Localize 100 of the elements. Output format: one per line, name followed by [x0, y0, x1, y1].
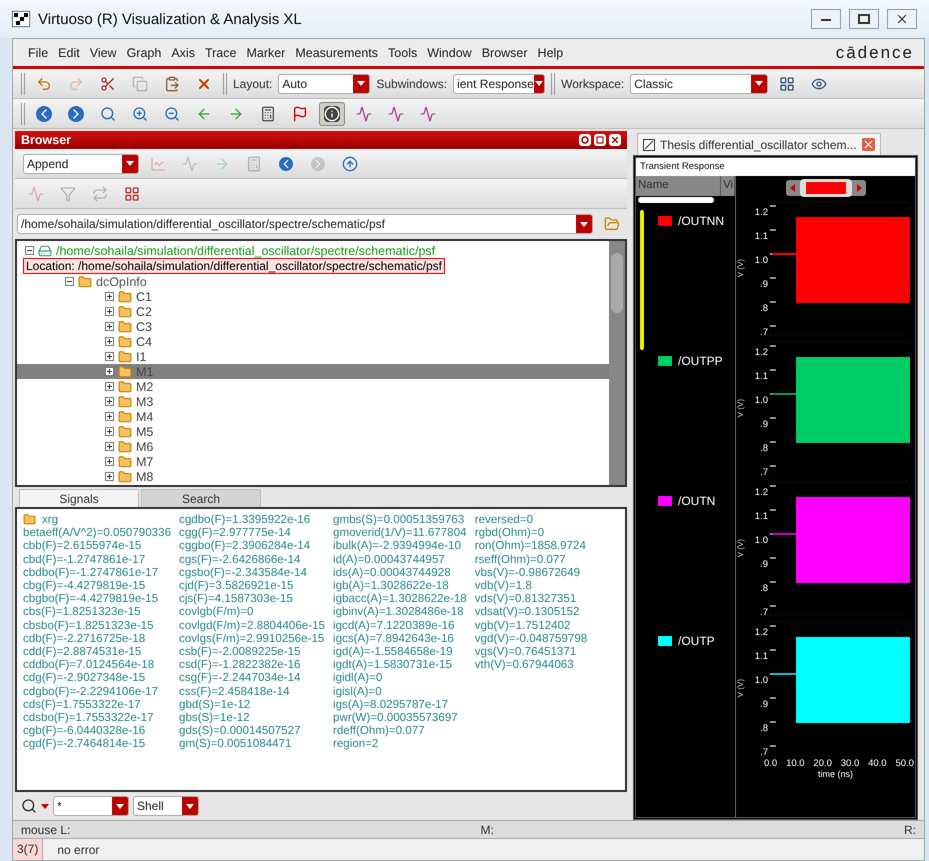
signal-item[interactable]: betaeff(A/V^2)=0.050790336 [23, 526, 172, 540]
expand-toggle[interactable] [105, 367, 114, 376]
signal-item[interactable]: igs(A)=8.0295787e-17 [333, 698, 467, 712]
expand-toggle[interactable] [105, 337, 114, 346]
menu-item[interactable]: Tools [383, 46, 422, 60]
signal-item[interactable]: gmoverid(1/V)=11.677804 [333, 526, 467, 540]
signal-item[interactable]: cdg(F)=-2.9027348e-15 [23, 671, 172, 685]
menu-item[interactable]: Window [422, 46, 477, 60]
tab[interactable]: Search [141, 489, 261, 507]
expand-toggle[interactable] [105, 307, 114, 316]
expand-toggle[interactable] [105, 292, 114, 301]
signal-item[interactable]: region=2 [333, 737, 467, 751]
signal-item[interactable]: gm(S)=0.0051084471 [179, 737, 325, 751]
signal-item[interactable]: rseff(Ohm)=0.077 [474, 552, 588, 566]
menu-item[interactable]: File [23, 46, 54, 60]
signal-item[interactable]: ids(A)=0.00043744928 [333, 566, 467, 580]
signal-item[interactable]: cbdbo(F)=-1.2747861e-17 [23, 566, 172, 579]
signal-item[interactable]: ron(Ohm)=1858.9724 [474, 539, 588, 553]
menu-item[interactable]: View [84, 46, 122, 60]
column-header[interactable]: Name [636, 176, 722, 196]
graph-tab[interactable]: Thesis differential_oscillator schem... [637, 133, 881, 155]
subwindows-dropdown[interactable]: ient Response [453, 74, 546, 94]
menu-item[interactable]: Help [532, 46, 568, 60]
tree-item[interactable]: M5 [136, 424, 154, 438]
float-button[interactable] [594, 134, 606, 146]
signal-item[interactable]: cbgbo(F)=-4.4279819e-15 [23, 592, 172, 606]
signal-item[interactable]: vgb(V)=1.7512402 [474, 618, 588, 632]
expand-toggle[interactable] [105, 472, 114, 481]
filter-field[interactable]: * [53, 796, 129, 816]
signal-item[interactable]: gbd(S)=1e-12 [179, 698, 325, 712]
tree-item[interactable]: C4 [136, 334, 152, 348]
signal-item[interactable]: igb(A)=1.3028622e-18 [333, 579, 467, 592]
signal-item[interactable]: cgsbo(F)=-2.343584e-14 [179, 566, 325, 580]
collapse-toggle[interactable] [25, 246, 34, 255]
signal-item[interactable]: vbs(V)=-0.98672649 [474, 566, 588, 580]
signal-item[interactable]: cdb(F)=-2.2716725e-18 [23, 632, 172, 646]
menu-item[interactable]: Marker [241, 46, 290, 60]
menu-item[interactable]: Browser [476, 46, 533, 60]
signal-item[interactable]: cgg(F)=2.977775e-14 [179, 526, 325, 540]
tree-item[interactable]: /home/sohaila/simulation/differential_oscillator/spectre/schematic/psf [56, 244, 436, 258]
tree-item[interactable]: M2 [136, 380, 154, 394]
signal-item[interactable]: csg(F)=-2.2447034e-14 [179, 671, 325, 685]
tree-item[interactable]: C2 [136, 304, 152, 318]
signal-item[interactable]: igisl(A)=0 [333, 684, 467, 698]
signal-item[interactable]: igidl(A)=0 [333, 671, 467, 685]
signal-item[interactable]: cgs(F)=-2.6426866e-14 [179, 552, 325, 566]
signal-item[interactable]: cdsbo(F)=1.7553322e-17 [23, 711, 172, 724]
workspace-dropdown[interactable]: Classic [630, 74, 768, 94]
expand-toggle[interactable] [105, 322, 114, 331]
menu-item[interactable]: Graph [122, 46, 166, 60]
tree-item[interactable]: I1 [136, 350, 146, 364]
tree-item[interactable]: M4 [136, 410, 154, 424]
signal-item[interactable]: cbsbo(F)=1.8251323e-15 [23, 618, 172, 632]
menu-item[interactable]: Axis [166, 46, 200, 60]
expand-toggle[interactable] [105, 442, 114, 451]
maximize-button[interactable] [849, 9, 879, 29]
signal-item[interactable]: reversed=0 [474, 513, 588, 526]
signal-item[interactable]: igdt(A)=1.5830731e-15 [333, 658, 467, 672]
signal-item[interactable]: cbb(F)=2.6155974e-15 [23, 539, 172, 553]
signal-item[interactable]: cbg(F)=-4.4279819e-15 [23, 579, 172, 592]
signal-item[interactable]: cjd(F)=3.5826921e-15 [179, 579, 325, 592]
scrollbar[interactable] [609, 241, 625, 485]
signal-item[interactable]: vth(V)=0.67944063 [474, 658, 588, 672]
expand-toggle[interactable] [105, 352, 114, 361]
help-button[interactable] [579, 134, 591, 146]
toolbar-button[interactable] [319, 102, 345, 126]
signal-item[interactable]: vdsat(V)=0.1305152 [474, 605, 588, 619]
layout-dropdown[interactable]: Auto [278, 74, 370, 94]
trace-name[interactable]: /OUTPP [678, 354, 723, 484]
tree-item[interactable]: M7 [136, 454, 154, 468]
signal-item[interactable]: cbd(F)=-1.2747861e-17 [23, 552, 172, 566]
path-dropdown[interactable]: /home/sohaila/simulation/differential_oscillator/spectre/schematic/psf [17, 214, 594, 234]
expand-toggle[interactable] [105, 427, 114, 436]
signal-item[interactable]: rgbd(Ohm)=0 [474, 526, 588, 540]
expand-toggle[interactable] [105, 412, 114, 421]
column-header[interactable]: Vi [721, 176, 735, 196]
trace-name[interactable]: /OUTP [678, 634, 715, 764]
tab[interactable]: Signals [19, 489, 139, 507]
signal-item[interactable]: cgd(F)=-2.7464814e-15 [23, 737, 172, 751]
signal-item[interactable]: xrg [42, 513, 58, 526]
signal-item[interactable]: vds(V)=0.81327351 [474, 592, 588, 606]
tree-item[interactable]: dcOpInfo [96, 274, 147, 288]
menu-item[interactable]: Edit [53, 46, 85, 60]
tree-item[interactable]: M6 [136, 440, 154, 454]
signal-item[interactable]: cgb(F)=-6.0440328e-16 [23, 724, 172, 738]
signal-item[interactable]: cdgbo(F)=-2.2294106e-17 [23, 684, 172, 698]
signal-item[interactable]: id(A)=0.00043744957 [333, 552, 467, 566]
signal-item[interactable]: cds(F)=1.7553322e-17 [23, 698, 172, 712]
signal-item[interactable]: igd(A)=-1.5584658e-19 [333, 645, 467, 658]
signal-item[interactable]: cjs(F)=4.1587303e-15 [179, 592, 325, 606]
signal-item[interactable]: igcs(A)=7.8942643e-16 [333, 632, 467, 646]
signal-item[interactable]: pwr(W)=0.00035573697 [333, 711, 467, 724]
signal-item[interactable]: rdeff(Ohm)=0.077 [333, 724, 467, 738]
signal-item[interactable]: cddbo(F)=7.0124564e-18 [23, 658, 172, 672]
signal-item[interactable]: cbs(F)=1.8251323e-15 [23, 605, 172, 619]
shell-dropdown[interactable]: Shell [133, 796, 199, 816]
signal-item[interactable]: vdb(V)=1.8 [474, 579, 588, 592]
mode-dropdown[interactable]: Append [23, 154, 139, 174]
tree-item[interactable]: M8 [136, 470, 154, 484]
signal-item[interactable]: covlgd(F/m)=2.8804406e-15 [179, 618, 325, 632]
